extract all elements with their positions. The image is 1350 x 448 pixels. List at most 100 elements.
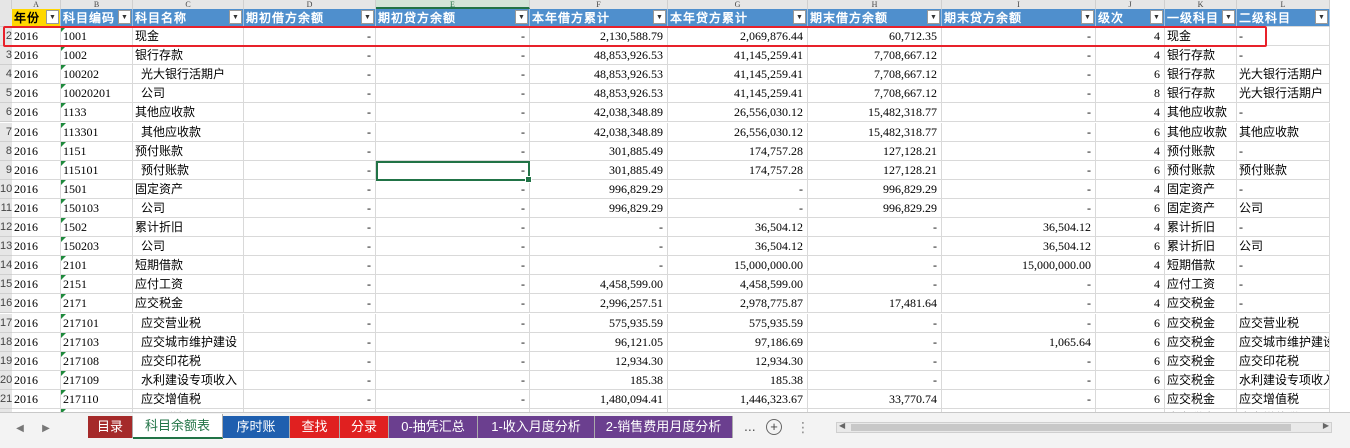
table-cell[interactable]: 2016 — [12, 313, 61, 333]
table-cell[interactable]: 150103 — [61, 198, 133, 218]
table-cell[interactable]: 4 — [1096, 141, 1165, 161]
table-cell[interactable]: 应交税金 — [1165, 313, 1237, 333]
table-cell[interactable]: - — [376, 198, 530, 218]
table-cell[interactable]: - — [808, 313, 942, 333]
filter-dropdown-icon[interactable]: ▼ — [118, 10, 131, 24]
row-header[interactable]: 11 — [0, 198, 12, 218]
row-header[interactable]: 2 — [0, 27, 12, 47]
table-cell[interactable]: 48,853,926.53 — [530, 84, 668, 104]
filter-dropdown-icon[interactable]: ▼ — [653, 10, 666, 24]
table-cell[interactable]: 应交增值税 — [133, 389, 244, 409]
sheet-tab[interactable]: 序时账 — [223, 416, 290, 438]
table-cell[interactable]: - — [376, 294, 530, 314]
table-cell[interactable]: 6 — [1096, 65, 1165, 85]
sheet-tab[interactable]: 2-销售费用月度分析 — [595, 416, 733, 438]
table-cell[interactable]: 6 — [1096, 160, 1165, 180]
table-cell[interactable]: - — [244, 313, 376, 333]
table-cell[interactable]: 2171 — [61, 294, 133, 314]
table-cell[interactable]: 42,038,348.89 — [530, 103, 668, 123]
table-cell[interactable]: 301,885.49 — [530, 160, 668, 180]
table-cell[interactable]: 48,853,926.53 — [530, 65, 668, 85]
header-cell[interactable]: 本年借方累计 ▼ — [530, 9, 668, 27]
table-cell[interactable]: 36,504.12 — [942, 237, 1096, 257]
table-cell[interactable]: 42,038,348.89 — [530, 122, 668, 142]
table-cell[interactable]: - — [1237, 294, 1330, 314]
column-header-i[interactable]: I — [942, 0, 1096, 9]
table-cell[interactable]: - — [942, 65, 1096, 85]
table-cell[interactable]: - — [376, 27, 530, 47]
table-cell[interactable]: 现金 — [1165, 27, 1237, 47]
table-cell[interactable]: 公司 — [133, 84, 244, 104]
table-cell[interactable]: 2,130,588.79 — [530, 27, 668, 47]
table-cell[interactable]: - — [376, 351, 530, 371]
table-cell[interactable]: - — [808, 275, 942, 295]
table-cell[interactable]: 217110 — [61, 389, 133, 409]
row-header[interactable]: 14 — [0, 256, 12, 276]
filter-dropdown-icon[interactable]: ▼ — [1222, 10, 1235, 24]
table-cell[interactable]: - — [942, 84, 1096, 104]
table-cell[interactable]: 7,708,667.12 — [808, 65, 942, 85]
table-cell[interactable]: - — [244, 141, 376, 161]
table-cell[interactable]: 光大银行活期户 — [1237, 84, 1330, 104]
table-cell[interactable]: 4 — [1096, 275, 1165, 295]
table-cell[interactable]: - — [244, 370, 376, 390]
table-cell[interactable]: - — [942, 370, 1096, 390]
table-cell[interactable]: 97,186.69 — [668, 332, 808, 352]
table-cell[interactable]: - — [1237, 46, 1330, 66]
table-cell[interactable]: - — [376, 237, 530, 257]
table-cell[interactable]: 2016 — [12, 122, 61, 142]
table-cell[interactable]: 174,757.28 — [668, 160, 808, 180]
table-cell[interactable]: 26,556,030.12 — [668, 103, 808, 123]
table-cell[interactable]: 2016 — [12, 27, 61, 47]
table-cell[interactable]: 6 — [1096, 351, 1165, 371]
table-cell[interactable]: - — [942, 351, 1096, 371]
table-cell[interactable]: 应交城市维护建设 — [1237, 332, 1330, 352]
table-cell[interactable]: 41,145,259.41 — [668, 84, 808, 104]
table-cell[interactable]: 26,556,030.12 — [668, 122, 808, 142]
table-cell[interactable]: 银行存款 — [133, 46, 244, 66]
table-cell[interactable]: 41,145,259.41 — [668, 65, 808, 85]
header-cell[interactable]: 一级科目 ▼ — [1165, 9, 1237, 27]
table-cell[interactable]: 1133 — [61, 103, 133, 123]
table-cell[interactable]: 预付账款 — [1165, 160, 1237, 180]
column-header-k[interactable]: K — [1165, 0, 1237, 9]
table-cell[interactable]: 2016 — [12, 103, 61, 123]
table-cell[interactable]: 575,935.59 — [530, 313, 668, 333]
header-cell[interactable]: 期末贷方余额 ▼ — [942, 9, 1096, 27]
table-cell[interactable]: - — [244, 351, 376, 371]
table-cell[interactable]: 996,829.29 — [530, 179, 668, 199]
table-cell[interactable]: 996,829.29 — [808, 198, 942, 218]
table-cell[interactable]: 217109 — [61, 370, 133, 390]
table-cell[interactable]: 1502 — [61, 218, 133, 238]
table-cell[interactable]: 预付账款 — [133, 141, 244, 161]
row-header[interactable]: 5 — [0, 84, 12, 104]
table-cell[interactable]: 100202 — [61, 65, 133, 85]
table-cell[interactable]: - — [376, 256, 530, 276]
scroll-right-icon[interactable]: ▶ — [38, 421, 54, 437]
scroll-arrow-left-icon[interactable]: ◀ — [839, 421, 845, 430]
table-cell[interactable]: 4 — [1096, 294, 1165, 314]
sheet-tab[interactable]: 查找 — [290, 416, 340, 438]
column-header-j[interactable]: J — [1096, 0, 1165, 9]
table-cell[interactable]: 银行存款 — [1165, 65, 1237, 85]
table-cell[interactable]: 应交税金 — [1165, 351, 1237, 371]
table-cell[interactable]: - — [244, 27, 376, 47]
column-header-h[interactable]: H — [808, 0, 942, 9]
table-cell[interactable]: 2016 — [12, 46, 61, 66]
table-cell[interactable]: 6 — [1096, 370, 1165, 390]
table-cell[interactable]: 150203 — [61, 237, 133, 257]
table-cell[interactable]: - — [1237, 27, 1330, 47]
table-cell[interactable]: 575,935.59 — [668, 313, 808, 333]
horizontal-scrollbar[interactable]: ◀ ▶ — [836, 421, 1332, 433]
table-cell[interactable]: 2016 — [12, 370, 61, 390]
table-cell[interactable]: 2016 — [12, 160, 61, 180]
table-cell[interactable]: - — [244, 275, 376, 295]
table-cell[interactable]: 6 — [1096, 313, 1165, 333]
row-header[interactable]: 19 — [0, 351, 12, 371]
table-cell[interactable]: 其他应收款 — [1165, 122, 1237, 142]
table-cell[interactable]: 6 — [1096, 332, 1165, 352]
table-cell[interactable]: 4 — [1096, 179, 1165, 199]
table-cell[interactable]: 1,446,323.67 — [668, 389, 808, 409]
filter-dropdown-icon[interactable]: ▼ — [46, 10, 59, 24]
table-cell[interactable]: 银行存款 — [1165, 46, 1237, 66]
